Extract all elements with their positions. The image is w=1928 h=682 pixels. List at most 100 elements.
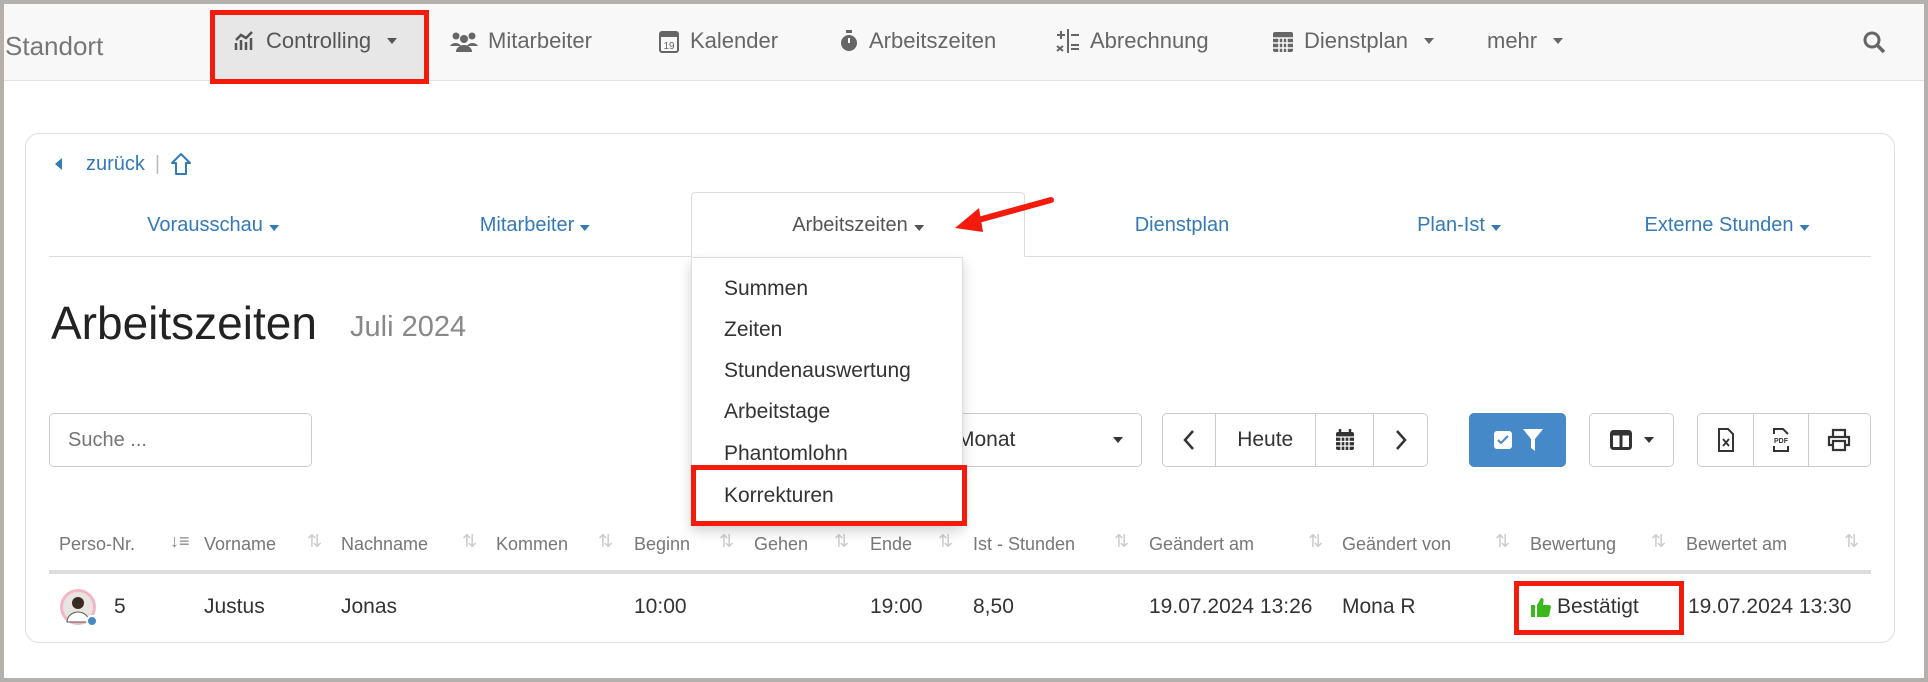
columns-button[interactable]: [1589, 413, 1674, 467]
col-kommen[interactable]: Kommen: [496, 534, 568, 555]
menu-item-zeiten[interactable]: Zeiten: [724, 318, 782, 342]
sort-icon[interactable]: ⇅: [1844, 531, 1859, 552]
cell-ende: 19:00: [870, 595, 923, 618]
col-ist-stunden[interactable]: Ist - Stunden: [973, 534, 1075, 555]
export-group: PDF: [1697, 413, 1871, 467]
columns-icon: [1609, 430, 1632, 450]
col-gehen[interactable]: Gehen: [754, 534, 808, 555]
col-vorname[interactable]: Vorname: [204, 534, 276, 555]
sort-icon[interactable]: ⇅: [1308, 531, 1323, 552]
menu-item-stundenauswertung[interactable]: Stundenauswertung: [724, 359, 911, 383]
menu-item-korrekturen[interactable]: Korrekturen: [724, 484, 834, 508]
calculator-icon: [1056, 29, 1079, 53]
file-pdf-icon: PDF: [1773, 428, 1790, 452]
sort-icon[interactable]: ⇅: [938, 531, 953, 552]
nav-arbeitszeiten[interactable]: Arbeitszeiten: [839, 26, 996, 56]
caret-icon: [1553, 38, 1564, 44]
nav-label: Mitarbeiter: [488, 28, 592, 53]
chevron-right-icon: [1395, 430, 1407, 450]
tab-label: Externe Stunden: [1644, 214, 1794, 236]
nav-mehr[interactable]: mehr: [1487, 26, 1564, 56]
sort-icon[interactable]: ⇅: [1495, 531, 1510, 552]
col-bewertet-am[interactable]: Bewertet am: [1686, 534, 1787, 555]
page-title: Arbeitszeiten: [51, 297, 317, 349]
stopwatch-icon: [841, 30, 857, 51]
col-nachname[interactable]: Nachname: [341, 534, 428, 555]
cell-bewertung[interactable]: Bestätigt: [1531, 595, 1639, 619]
cell-geaendert-am: 19.07.2024 13:26: [1149, 595, 1313, 618]
sort-icon[interactable]: ⇅: [719, 531, 734, 552]
top-navbar: Standort Controlling Mitarbeiter 19 Kale…: [4, 4, 1924, 81]
col-geaendert-von[interactable]: Geändert von: [1342, 534, 1451, 555]
tab-externe-stunden[interactable]: Externe Stunden: [1645, 214, 1810, 237]
caret-icon: [1423, 38, 1434, 44]
cell-geaendert-von: Mona R: [1342, 595, 1416, 618]
prev-button[interactable]: [1163, 414, 1216, 466]
col-ende[interactable]: Ende: [870, 534, 912, 555]
brand[interactable]: Standort: [5, 31, 103, 62]
back-caret-icon: [55, 158, 62, 170]
cell-perso-nr: 5: [114, 595, 126, 618]
today-button[interactable]: Heute: [1216, 414, 1316, 466]
tab-arbeitszeiten[interactable]: Arbeitszeiten: [792, 214, 924, 237]
home-icon[interactable]: [170, 152, 192, 176]
caret-icon: [1799, 225, 1810, 231]
nav-mitarbeiter[interactable]: Mitarbeiter: [450, 26, 592, 56]
page-subtitle: Juli 2024: [350, 311, 467, 343]
tab-label: Dienstplan: [1134, 214, 1230, 236]
print-button[interactable]: [1809, 414, 1870, 466]
excel-export-button[interactable]: [1698, 414, 1755, 466]
caret-icon: [387, 38, 398, 44]
tab-label: Mitarbeiter: [479, 214, 575, 236]
pdf-export-button[interactable]: PDF: [1754, 414, 1809, 466]
tab-vorausschau[interactable]: Vorausschau: [147, 214, 279, 237]
period-select-value: Monat: [957, 428, 1016, 451]
tab-dienstplan[interactable]: Dienstplan: [1135, 214, 1230, 237]
search-icon[interactable]: [1862, 30, 1886, 54]
caret-icon: [268, 225, 279, 231]
next-button[interactable]: [1374, 414, 1427, 466]
sort-icon[interactable]: ⇅: [307, 531, 322, 552]
col-perso-nr[interactable]: Perso-Nr.: [59, 534, 135, 555]
nav-kalender[interactable]: 19 Kalender: [658, 26, 778, 56]
sort-icon[interactable]: ⇅: [834, 531, 849, 552]
nav-dienstplan[interactable]: Dienstplan: [1272, 26, 1434, 56]
tab-label: Vorausschau: [147, 214, 263, 236]
tab-plan-ist[interactable]: Plan-Ist: [1417, 214, 1501, 237]
arbeitszeiten-dropdown-menu: Summen Zeiten Stundenauswertung Arbeitst…: [691, 257, 963, 525]
sort-icon[interactable]: ⇅: [598, 531, 613, 552]
sort-icon[interactable]: ⇅: [462, 531, 477, 552]
filter-icon: [1522, 429, 1543, 451]
status-badge: Bestätigt: [1557, 595, 1639, 618]
caret-icon: [580, 225, 591, 231]
caret-icon: [1113, 437, 1123, 443]
menu-item-arbeitstage[interactable]: Arbeitstage: [724, 400, 830, 424]
sort-icon[interactable]: ⇅: [1114, 531, 1129, 552]
date-nav-group: Heute: [1162, 413, 1428, 467]
table-row-avatar[interactable]: [59, 588, 99, 628]
printer-icon: [1828, 428, 1851, 452]
svg-text:PDF: PDF: [1774, 438, 1789, 445]
file-excel-icon: [1717, 428, 1734, 452]
separator: |: [154, 152, 161, 175]
col-beginn[interactable]: Beginn: [634, 534, 690, 555]
back-link[interactable]: zurück: [86, 153, 145, 176]
nav-controlling[interactable]: Controlling: [234, 26, 398, 56]
nav-abrechnung[interactable]: Abrechnung: [1056, 26, 1209, 56]
col-geaendert-am[interactable]: Geändert am: [1149, 534, 1254, 555]
menu-item-phantomlohn[interactable]: Phantomlohn: [724, 442, 848, 466]
search-input[interactable]: [49, 413, 312, 467]
cell-ist-stunden: 8,50: [973, 595, 1014, 618]
sort-icon[interactable]: ⇅: [1651, 531, 1666, 552]
table-header-divider: [49, 570, 1871, 574]
calendar-grid-icon: [1273, 32, 1293, 52]
filter-button[interactable]: [1469, 413, 1566, 467]
menu-item-summen[interactable]: Summen: [724, 277, 808, 301]
tab-mitarbeiter[interactable]: Mitarbeiter: [479, 214, 591, 237]
chart-icon: [234, 31, 253, 50]
sort-asc-icon[interactable]: ↓≡: [170, 531, 190, 552]
calendar-button[interactable]: [1316, 414, 1375, 466]
breadcrumb: zurück |: [55, 152, 192, 176]
thumbs-up-icon: [1531, 598, 1551, 617]
col-bewertung[interactable]: Bewertung: [1530, 534, 1616, 555]
